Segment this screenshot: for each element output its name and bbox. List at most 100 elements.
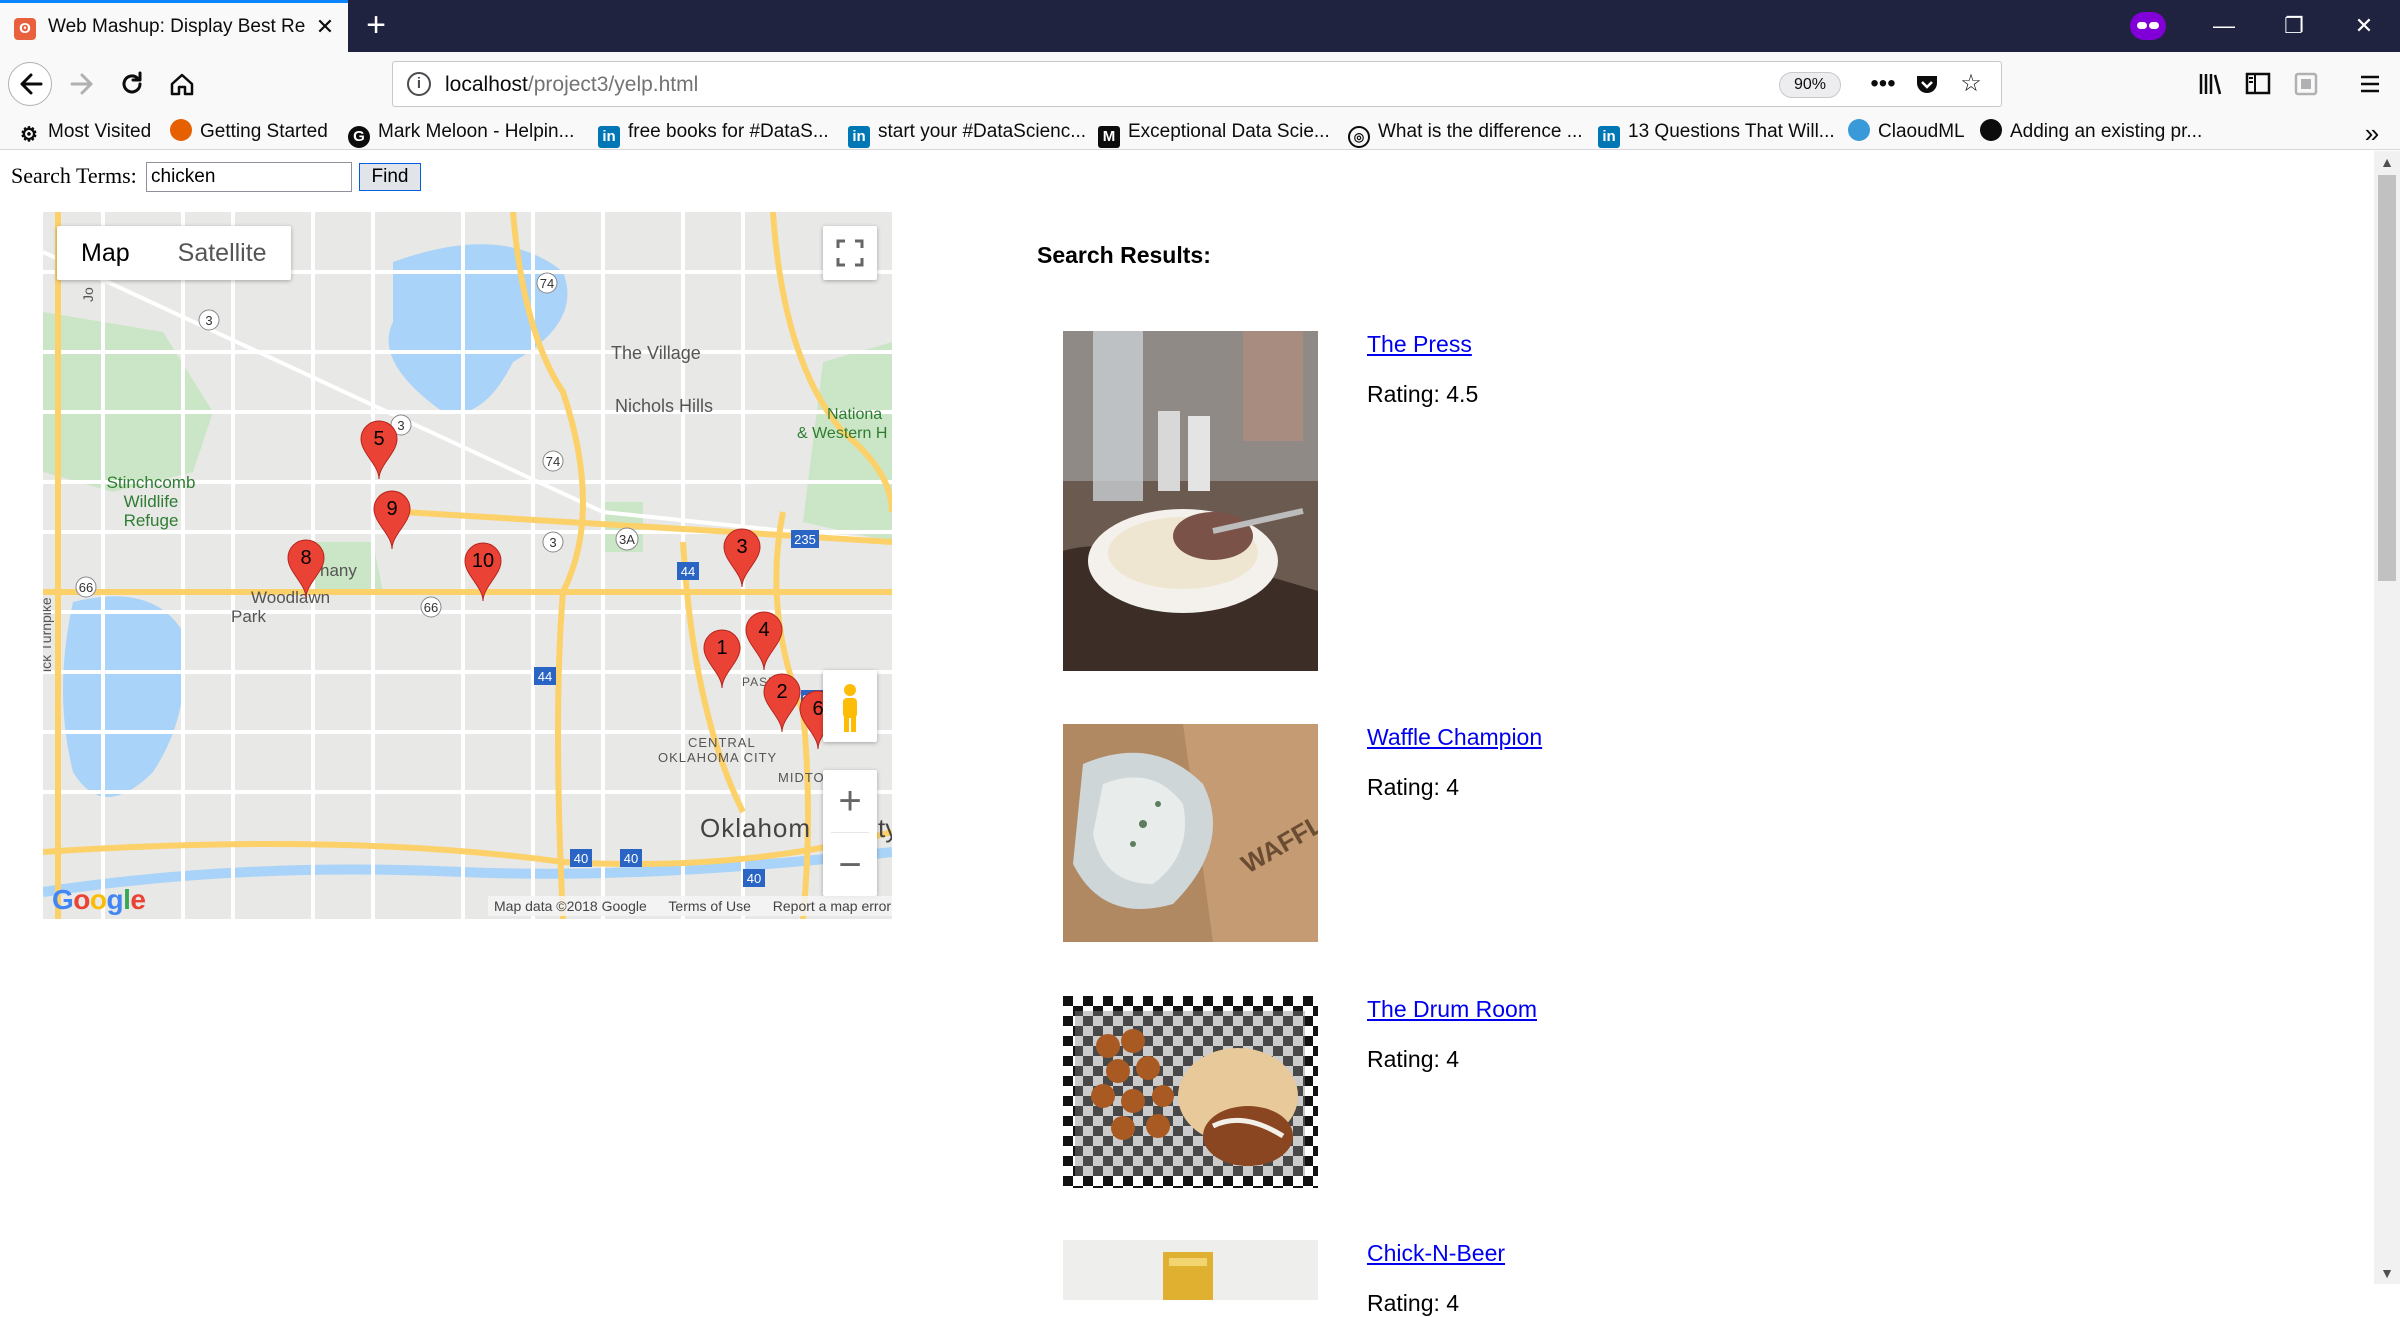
svg-text:66: 66 [79, 580, 93, 595]
svg-text:8: 8 [300, 547, 311, 569]
street-view-pegman[interactable] [823, 670, 877, 742]
google-map[interactable]: 74 3 3 74 3 3A 235 44 66 66 44 235 40 40… [43, 212, 892, 919]
search-input[interactable] [146, 162, 352, 192]
result-rating: Rating: 4 [1367, 774, 1460, 800]
restore-button[interactable]: ❐ [2274, 8, 2314, 44]
map-type-map-button[interactable]: Map [57, 226, 154, 280]
bookmark-star-icon[interactable]: ☆ [1955, 68, 1987, 100]
svg-text:40: 40 [574, 851, 588, 866]
svg-text:44: 44 [538, 669, 552, 684]
results-heading: Search Results: [1037, 242, 1211, 268]
svg-text:The Village: The Village [611, 343, 701, 363]
result-link[interactable]: The Press [1367, 331, 1472, 358]
cloud-icon [1848, 119, 1870, 141]
bookmark-most-visited[interactable]: ⚙ Most Visited [18, 117, 151, 147]
map-data-text: Map data ©2018 Google [494, 898, 647, 914]
bookmark-adding-existing[interactable]: Adding an existing pr... [1980, 117, 2202, 147]
result-rating: Rating: 4.5 [1367, 381, 1479, 407]
new-tab-button[interactable]: + [358, 8, 394, 44]
svg-text:Refuge: Refuge [124, 511, 179, 530]
bookmark-exceptional-data[interactable]: M Exceptional Data Scie... [1098, 117, 1330, 148]
arrow-left-icon [20, 73, 43, 95]
url-bar[interactable]: i localhost/project3/yelp.html 90% ••• ☆ [392, 61, 2002, 107]
zoom-out-button[interactable]: − [823, 834, 877, 896]
svg-text:Oklahom: Oklahom [700, 813, 811, 843]
home-icon [170, 73, 194, 96]
info-icon[interactable]: i [407, 72, 431, 96]
menu-icon[interactable] [2348, 62, 2392, 106]
result-rating: Rating: 4 [1367, 1046, 1460, 1072]
svg-text:Park: Park [231, 607, 266, 626]
result-photo: WAFFLE [1063, 724, 1318, 942]
svg-text:5: 5 [373, 428, 384, 450]
tab-strip: ʘ Web Mashup: Display Best Rest ✕ + — ❐ … [0, 0, 2400, 52]
home-button[interactable] [160, 62, 204, 106]
svg-text:44: 44 [681, 564, 695, 579]
svg-text:ty: ty [878, 813, 892, 843]
zoom-in-button[interactable]: + [823, 770, 877, 832]
result-link[interactable]: The Drum Room [1367, 996, 1537, 1023]
page-scrollbar[interactable]: ▲ ▼ [2374, 151, 2400, 1284]
svg-text:Stinchcomb: Stinchcomb [107, 473, 196, 492]
page-actions-icon[interactable]: ••• [1867, 68, 1899, 100]
svg-text:Woodlawn: Woodlawn [251, 588, 330, 607]
back-button[interactable] [8, 62, 52, 106]
svg-text:Nichols Hills: Nichols Hills [615, 396, 713, 416]
scrollbar-thumb[interactable] [2378, 175, 2396, 581]
google-logo: Google [52, 884, 146, 915]
globe-icon: ◎ [1348, 126, 1370, 148]
page-content: Search Terms: Find [0, 151, 2374, 1316]
chevron-double-right-icon[interactable]: » [2352, 116, 2392, 150]
food-photo [1063, 331, 1318, 671]
medium-icon: M [1098, 126, 1120, 148]
scroll-up-icon[interactable]: ▲ [2374, 151, 2400, 173]
linkedin-icon: in [598, 126, 620, 148]
search-label: Search Terms: [11, 163, 137, 188]
svg-text:ick Turnpike: ick Turnpike [43, 597, 54, 672]
g-icon: G [348, 126, 370, 148]
scroll-down-icon[interactable]: ▼ [2374, 1262, 2400, 1284]
terms-of-use-link[interactable]: Terms of Use [668, 898, 750, 914]
map-type-satellite-button[interactable]: Satellite [154, 226, 291, 280]
bookmark-free-books[interactable]: in free books for #DataS... [598, 117, 829, 148]
minimize-button[interactable]: — [2204, 8, 2244, 44]
result-link[interactable]: Waffle Champion [1367, 724, 1542, 751]
bookmark-13-questions[interactable]: in 13 Questions That Will... [1598, 117, 1835, 148]
map-canvas[interactable]: 74 3 3 74 3 3A 235 44 66 66 44 235 40 40… [43, 212, 892, 919]
bookmark-claoudml[interactable]: ClaoudML [1848, 117, 1965, 147]
svg-text:74: 74 [540, 276, 554, 291]
url-text[interactable]: localhost/project3/yelp.html [445, 73, 698, 97]
find-button[interactable]: Find [359, 163, 421, 191]
svg-text:3: 3 [736, 536, 747, 558]
svg-text:3: 3 [397, 418, 404, 433]
svg-text:3: 3 [549, 535, 556, 550]
map-attribution: Map data ©2018 Google Terms of Use Repor… [488, 896, 892, 916]
svg-text:& Western H: & Western H [797, 425, 887, 442]
tab-close-icon[interactable]: ✕ [312, 14, 338, 40]
sidebar-icon[interactable] [2236, 62, 2280, 106]
bookmark-what-is-difference[interactable]: ◎ What is the difference ... [1348, 117, 1583, 148]
firefox-icon [170, 119, 192, 141]
svg-text:4: 4 [758, 619, 769, 641]
zoom-level[interactable]: 90% [1779, 72, 1841, 98]
report-map-error-link[interactable]: Report a map error [773, 898, 891, 914]
close-window-button[interactable]: ✕ [2344, 8, 2384, 44]
reload-button[interactable] [110, 62, 154, 106]
svg-text:40: 40 [747, 871, 761, 886]
extension-icon[interactable] [2284, 62, 2328, 106]
bookmark-getting-started[interactable]: Getting Started [170, 117, 328, 147]
bookmark-mark-meloon[interactable]: G Mark Meloon - Helpin... [348, 117, 574, 148]
bookmarks-toolbar: ⚙ Most Visited Getting Started G Mark Melo… [0, 116, 2400, 150]
pocket-icon[interactable] [1911, 68, 1943, 100]
forward-button[interactable] [60, 62, 104, 106]
fullscreen-button[interactable] [823, 226, 877, 280]
library-icon[interactable] [2188, 62, 2232, 106]
arrow-right-icon [70, 73, 93, 95]
browser-tab[interactable]: ʘ Web Mashup: Display Best Rest ✕ [0, 0, 348, 52]
bookmark-start-datascience[interactable]: in start your #DataScienc... [848, 117, 1086, 148]
food-photo [1063, 1240, 1318, 1300]
reload-icon [122, 71, 142, 94]
page-favicon-icon: ʘ [14, 18, 36, 40]
result-link[interactable]: Chick-N-Beer [1367, 1240, 1505, 1267]
linkedin-icon: in [848, 126, 870, 148]
